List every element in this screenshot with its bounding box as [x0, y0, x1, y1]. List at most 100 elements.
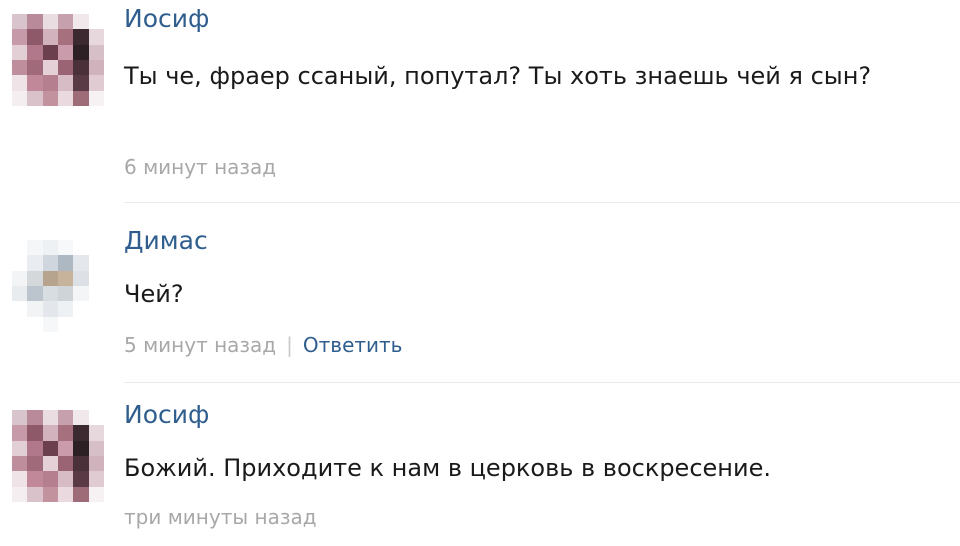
avatar-pixel [12, 14, 28, 30]
avatar-pixel [27, 301, 43, 317]
comment-divider [124, 202, 960, 203]
avatar-pixel [88, 316, 104, 332]
avatar-pixel [42, 455, 58, 472]
avatar-pixel [57, 486, 74, 502]
avatar-pixel [88, 410, 104, 426]
avatar-pixel [88, 440, 104, 456]
avatar-pixel [88, 29, 104, 45]
avatar-pixel [42, 255, 58, 271]
avatar-pixel [12, 90, 28, 106]
avatar-pixel [88, 270, 104, 286]
comment-divider [124, 382, 960, 383]
avatar-pixel [12, 270, 28, 286]
avatar-pixel [42, 270, 58, 286]
avatar-pixel [57, 410, 74, 426]
avatar-pixel [57, 316, 74, 332]
avatar-pixel [12, 255, 28, 271]
avatar-pixel [57, 270, 74, 286]
avatar-pixel [57, 440, 74, 456]
avatar-pixel [73, 59, 89, 76]
avatar-pixel [73, 316, 89, 332]
comment-timestamp[interactable]: 5 минут назад [124, 333, 276, 357]
avatar-pixel [57, 255, 74, 271]
avatar-pixel [42, 29, 58, 45]
avatar-pixel [57, 90, 74, 106]
avatar-pixel [27, 455, 43, 472]
comment-author[interactable]: Иосиф [124, 400, 209, 429]
comment-meta: 5 минут назад | Ответить [124, 333, 402, 357]
avatar-pixel [73, 75, 89, 91]
avatar-pixel [12, 59, 28, 76]
avatar-pixel [12, 440, 28, 456]
avatar-pixel [27, 90, 43, 106]
avatar-pixel [88, 14, 104, 30]
avatar-pixel [27, 59, 43, 76]
avatar-pixel [42, 301, 58, 317]
avatar-pixel [73, 455, 89, 472]
comment-timestamp[interactable]: три минуты назад [124, 505, 317, 529]
avatar-pixel [12, 410, 28, 426]
avatar-pixel [42, 486, 58, 502]
avatar-pixel [42, 316, 58, 332]
comment-author[interactable]: Иосиф [124, 4, 209, 33]
avatar-pixel [12, 425, 28, 441]
avatar-pixel [42, 14, 58, 30]
avatar-pixel [73, 44, 89, 60]
avatar-pixel [73, 471, 89, 487]
avatar-pixel [27, 240, 43, 256]
avatar[interactable] [12, 240, 104, 332]
comment-author[interactable]: Димас [124, 226, 208, 255]
avatar-pixel [88, 44, 104, 60]
avatar-pixel [57, 29, 74, 45]
avatar-pixel [12, 301, 28, 317]
avatar-pixel [88, 486, 104, 502]
comment-meta: 6 минут назад [124, 155, 276, 179]
avatar-pixel [73, 440, 89, 456]
avatar-pixel [88, 75, 104, 91]
avatar-pixel [88, 90, 104, 106]
avatar-pixel [73, 14, 89, 30]
avatar-pixel [27, 75, 43, 91]
avatar-pixel [88, 471, 104, 487]
avatar-pixel [57, 59, 74, 76]
avatar[interactable] [12, 14, 104, 106]
avatar-pixel [42, 75, 58, 91]
avatar-pixel [88, 285, 104, 302]
avatar-pixel [57, 301, 74, 317]
avatar-pixel [42, 285, 58, 302]
avatar-pixel [73, 255, 89, 271]
avatar-pixel [88, 255, 104, 271]
avatar-pixel [12, 29, 28, 45]
avatar-pixel [27, 14, 43, 30]
avatar-pixel [73, 410, 89, 426]
avatar-pixel [73, 240, 89, 256]
avatar-pixel [42, 471, 58, 487]
comment-timestamp[interactable]: 6 минут назад [124, 155, 276, 179]
avatar-pixel [12, 285, 28, 302]
avatar-pixel [27, 410, 43, 426]
avatar-pixel [12, 455, 28, 472]
avatar-pixel [42, 44, 58, 60]
avatar-pixel [27, 486, 43, 502]
avatar-pixel [27, 255, 43, 271]
avatar-pixel [57, 425, 74, 441]
avatar-pixel [73, 29, 89, 45]
comment-text: Чей? [124, 280, 184, 308]
avatar-pixel [12, 316, 28, 332]
avatar-pixel [12, 44, 28, 60]
avatar-pixel [42, 90, 58, 106]
avatar-pixel [88, 59, 104, 76]
avatar-pixel [57, 455, 74, 472]
reply-link[interactable]: Ответить [303, 333, 403, 357]
avatar-pixel [42, 240, 58, 256]
avatar-pixel [12, 486, 28, 502]
avatar-pixel [57, 75, 74, 91]
avatar-pixel [42, 59, 58, 76]
avatar[interactable] [12, 410, 104, 502]
avatar-pixel [57, 471, 74, 487]
avatar-pixel [57, 14, 74, 30]
avatar-pixel [42, 425, 58, 441]
avatar-pixel [12, 75, 28, 91]
avatar-pixel [12, 240, 28, 256]
avatar-pixel [88, 455, 104, 472]
